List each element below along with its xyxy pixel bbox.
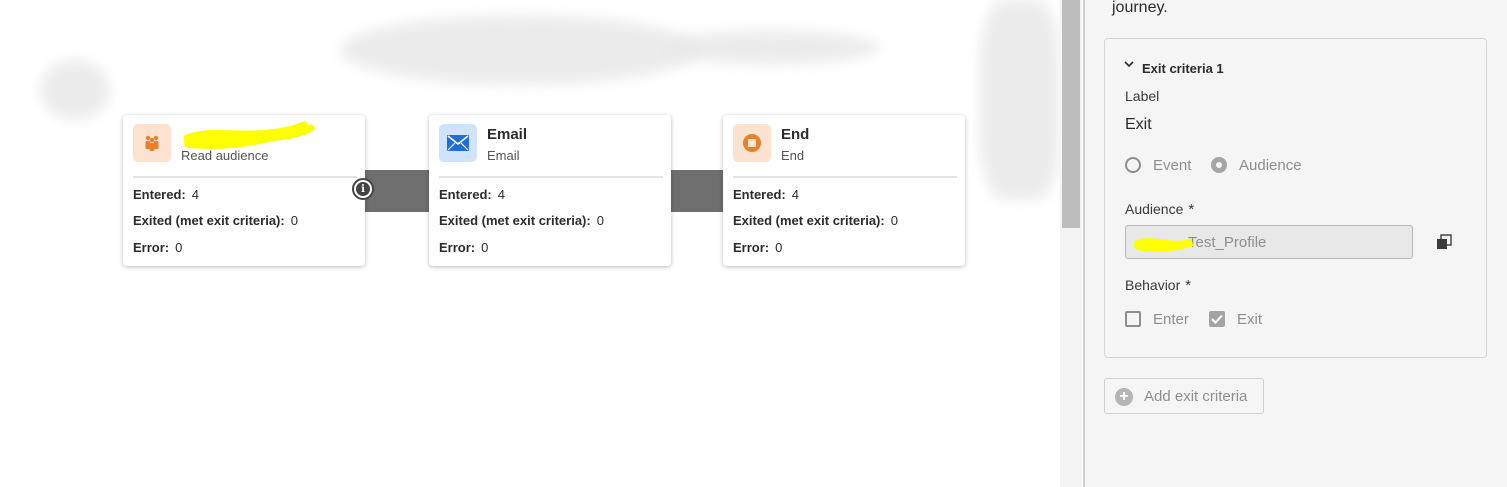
add-exit-criteria-button[interactable]: + Add exit criteria (1104, 378, 1264, 414)
checkbox-exit[interactable] (1209, 311, 1225, 327)
radio-event[interactable] (1125, 157, 1141, 173)
envelope-icon (439, 124, 477, 162)
node-header: Email Email (439, 124, 663, 178)
canvas-smudge (980, 0, 1060, 200)
canvas-smudge (40, 60, 110, 120)
node-subtitle: Email (487, 148, 520, 163)
panel-description: journey. (1112, 0, 1168, 16)
node-subtitle: Read audience (181, 148, 269, 163)
info-icon[interactable]: i (352, 178, 374, 200)
radio-event-label[interactable]: Event (1153, 157, 1191, 174)
node-end[interactable]: End End Entered: 4 Exited (met exit crite… (723, 115, 965, 266)
node-header: End End (733, 124, 957, 178)
stat-exited: Exited (met exit criteria): 0 (733, 213, 898, 228)
audience-input[interactable] (1125, 225, 1413, 259)
checkbox-enter-label[interactable]: Enter (1153, 311, 1189, 328)
label-field-label: Label (1125, 88, 1160, 104)
stat-entered: Entered: 4 (133, 187, 199, 202)
stat-entered: Entered: 4 (733, 187, 799, 202)
canvas-smudge (660, 30, 880, 65)
behavior-field-label: Behavior * (1125, 277, 1192, 294)
node-subtitle: End (781, 148, 805, 163)
checkmark-icon (1211, 314, 1223, 324)
node-email[interactable]: Email Email Entered: 4 Exited (met exit c… (429, 115, 671, 266)
exit-criteria-title[interactable]: Exit criteria 1 (1142, 61, 1224, 76)
node-read-audience[interactable]: Read audience Entered: 4 Exited (met exit… (123, 115, 365, 266)
radio-audience[interactable] (1211, 157, 1227, 173)
properties-panel: journey. Exit criteria 1 Label Exit Even… (1085, 0, 1507, 487)
radio-audience-label[interactable]: Audience (1239, 157, 1302, 174)
node-title: End (781, 126, 810, 143)
node-title: Email (487, 126, 528, 143)
redaction-highlight (1134, 238, 1194, 253)
scrollbar-thumb[interactable] (1062, 0, 1080, 228)
journey-canvas[interactable]: Read audience Entered: 4 Exited (met exit… (0, 0, 1060, 487)
stat-entered: Entered: 4 (439, 187, 505, 202)
stat-exited: Exited (met exit criteria): 0 (133, 213, 298, 228)
plus-circle-icon: + (1115, 388, 1133, 406)
exit-criteria-card: Exit criteria 1 Label Exit Event Audienc… (1104, 38, 1487, 358)
copy-icon[interactable] (1435, 233, 1453, 251)
stat-error: Error: 0 (133, 240, 183, 255)
canvas-smudge (340, 15, 700, 85)
checkbox-exit-label[interactable]: Exit (1237, 311, 1262, 328)
checkbox-enter[interactable] (1125, 311, 1141, 327)
chevron-down-icon[interactable] (1124, 59, 1134, 69)
stop-circle-icon (733, 124, 771, 162)
audience-people-icon (133, 124, 171, 162)
audience-field-label: Audience * (1125, 201, 1195, 218)
add-exit-criteria-label: Add exit criteria (1144, 388, 1248, 405)
label-value[interactable]: Exit (1125, 116, 1152, 134)
stat-error: Error: 0 (439, 240, 489, 255)
stat-error: Error: 0 (733, 240, 783, 255)
connector-line[interactable] (669, 170, 725, 212)
stat-exited: Exited (met exit criteria): 0 (439, 213, 604, 228)
node-header: Read audience (133, 120, 357, 178)
